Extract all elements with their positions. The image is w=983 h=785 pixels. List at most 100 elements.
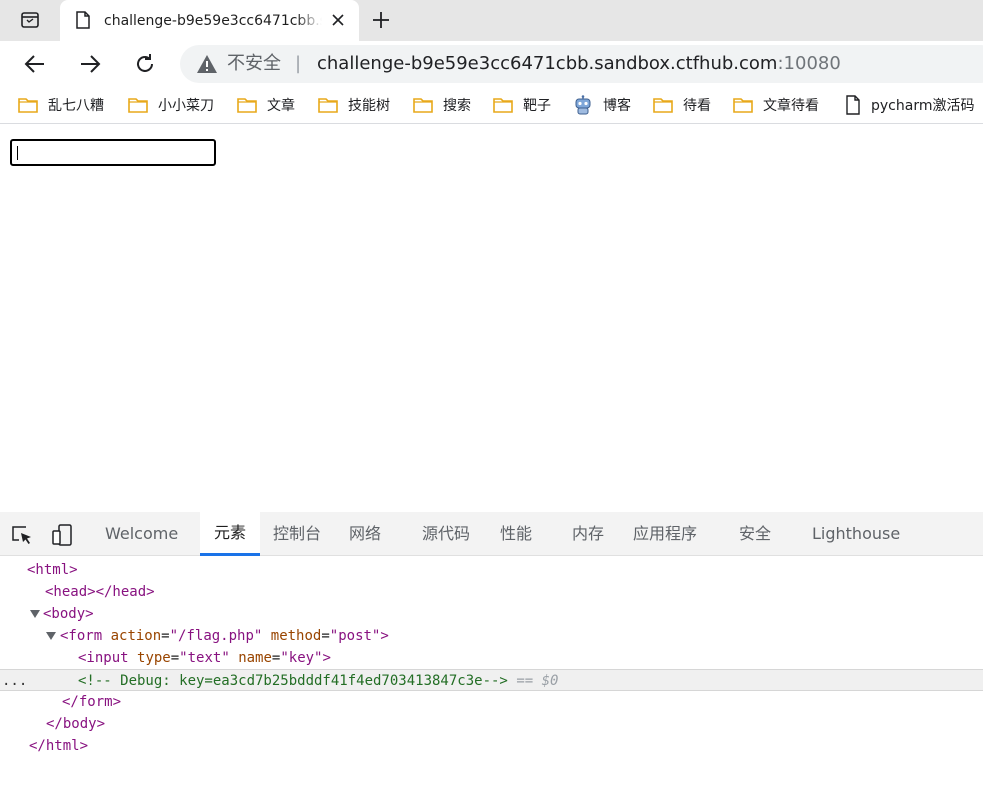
folder-icon — [493, 98, 513, 113]
bookmark-item[interactable]: 靶子 — [493, 94, 551, 116]
dom-attr-name: action — [110, 628, 162, 644]
bookmark-label: 搜索 — [443, 98, 471, 114]
devtools-tab-lighthouse[interactable]: Lighthouse — [812, 512, 900, 556]
devtools-tab-security[interactable]: 安全 — [739, 512, 771, 556]
url-host: challenge-b9e59e3cc6471cbb.sandbox.ctfhu… — [317, 53, 778, 74]
bookmark-item[interactable]: 技能树 — [318, 94, 390, 116]
bookmarks-bar: 乱七八糟 小小菜刀 文章 技能树 搜索 靶子 博客 待看 文章待看 pychar… — [0, 87, 983, 124]
tab-actions-button[interactable] — [8, 6, 52, 34]
folder-icon — [653, 98, 673, 113]
browser-toolbar: 不安全 | challenge-b9e59e3cc6471cbb.sandbox… — [0, 41, 983, 87]
dom-attr-name: name — [238, 650, 272, 666]
bookmark-label: pycharm激活码 — [871, 98, 975, 114]
dom-node-html[interactable]: <html> — [0, 559, 983, 581]
page-icon — [76, 11, 90, 29]
bookmark-label: 文章待看 — [763, 98, 819, 114]
bookmark-item[interactable]: 博客 — [573, 94, 631, 116]
devtools-tab-network[interactable]: 网络 — [349, 512, 381, 556]
dom-node-body-close[interactable]: </body> — [0, 713, 983, 735]
url-text[interactable]: challenge-b9e59e3cc6471cbb.sandbox.ctfhu… — [317, 53, 841, 75]
dom-tag: > — [322, 650, 331, 666]
omnibox-separator: | — [295, 53, 302, 74]
devtools-tab-application[interactable]: 应用程序 — [633, 512, 697, 556]
selected-node-marker: == $0 — [516, 673, 559, 689]
folder-icon — [733, 98, 753, 113]
dom-node-comment-selected[interactable]: ... <!-- Debug: key=ea3cd7b25bdddf41f4ed… — [0, 669, 983, 691]
forward-button[interactable] — [75, 49, 105, 79]
tab-close-button[interactable] — [328, 10, 348, 30]
dom-text: </html> — [29, 738, 89, 754]
bookmark-item[interactable]: 小小菜刀 — [128, 94, 214, 116]
bookmark-item[interactable]: pycharm激活码 — [845, 94, 974, 116]
reload-icon — [137, 54, 153, 72]
page-viewport — [0, 128, 983, 512]
device-toolbar-button[interactable] — [50, 523, 74, 547]
dom-attr-name: type — [137, 650, 171, 666]
expand-triangle-icon[interactable] — [30, 610, 40, 618]
inspect-element-button[interactable] — [10, 523, 34, 547]
dom-node-input[interactable]: <input type="text" name="key"> — [0, 647, 983, 669]
bookmark-item[interactable]: 待看 — [653, 94, 711, 116]
devtools-tab-memory[interactable]: 内存 — [572, 512, 604, 556]
dom-attr-name: method — [270, 628, 322, 644]
devtools-tab-welcome[interactable]: Welcome — [105, 512, 178, 556]
devtools-tab-sources[interactable]: 源代码 — [422, 512, 470, 556]
dom-tag: <input — [78, 650, 129, 666]
browser-tab-active[interactable]: challenge-b9e59e3cc6471cbb.sandbox.ctfhu… — [60, 0, 359, 41]
dom-node-head[interactable]: <head></head> — [0, 581, 983, 603]
devtools-tab-performance[interactable]: 性能 — [500, 512, 532, 556]
dom-node-body[interactable]: <body> — [0, 603, 983, 625]
close-icon — [332, 14, 344, 26]
dom-tag: <form — [60, 628, 103, 644]
expand-triangle-icon[interactable] — [46, 632, 56, 640]
inspect-icon — [12, 526, 31, 544]
device-icon — [52, 524, 72, 546]
devtools-tab-bar: Welcome 元素 控制台 网络 源代码 性能 内存 应用程序 安全 Ligh… — [0, 512, 983, 556]
dom-text: <html> — [27, 562, 78, 578]
bookmark-label: 小小菜刀 — [158, 98, 214, 114]
folder-icon — [18, 98, 38, 113]
devtools-panel: Welcome 元素 控制台 网络 源代码 性能 内存 应用程序 安全 Ligh… — [0, 512, 983, 785]
dom-node-form[interactable]: <form action="/flag.php" method="post"> — [0, 625, 983, 647]
dom-comment: <!-- Debug: key=ea3cd7b25bdddf41f4ed7034… — [78, 673, 508, 689]
url-port: :10080 — [777, 53, 841, 74]
dom-text: <!-- Debug: key=ea3cd7b25bdddf41f4ed7034… — [78, 670, 558, 692]
page-icon — [846, 95, 860, 115]
dom-attr-value: "key" — [280, 650, 323, 666]
key-input[interactable] — [10, 139, 216, 166]
folder-icon — [128, 98, 148, 113]
dom-attr-value: "post" — [329, 628, 381, 644]
dom-node-form-close[interactable]: </form> — [0, 691, 983, 713]
dom-node-html-close[interactable]: </html> — [0, 735, 983, 757]
dom-tag: > — [380, 628, 389, 644]
new-tab-button[interactable] — [368, 7, 394, 33]
dom-text: <form action="/flag.php" method="post"> — [60, 628, 389, 644]
text-caret — [17, 146, 18, 160]
plus-icon — [373, 12, 389, 28]
bookmark-item[interactable]: 乱七八糟 — [18, 94, 104, 116]
back-button[interactable] — [20, 49, 50, 79]
bookmark-item[interactable]: 文章待看 — [733, 94, 819, 116]
dom-attr-value: "text" — [179, 650, 230, 666]
bookmark-item[interactable]: 搜索 — [413, 94, 471, 116]
bookmark-label: 文章 — [267, 98, 295, 114]
bookmark-label: 乱七八糟 — [48, 98, 104, 114]
bookmark-item[interactable]: 文章 — [237, 94, 295, 116]
address-bar[interactable]: 不安全 | challenge-b9e59e3cc6471cbb.sandbox… — [180, 45, 983, 83]
elements-tree: <html> <head></head> <body> <form action… — [0, 558, 983, 785]
security-status-label[interactable]: 不安全 — [227, 53, 281, 75]
warning-icon[interactable] — [196, 54, 218, 74]
dom-attr-value: "/flag.php" — [169, 628, 263, 644]
dom-text: <head></head> — [45, 584, 155, 600]
bookmark-label: 靶子 — [523, 98, 551, 114]
tab-actions-icon — [21, 12, 39, 28]
dom-text: </body> — [46, 716, 106, 732]
reload-button[interactable] — [130, 49, 160, 79]
devtools-tab-console[interactable]: 控制台 — [273, 512, 321, 556]
arrow-left-icon — [24, 55, 44, 73]
bookmark-label: 技能树 — [348, 98, 390, 114]
devtools-tab-elements[interactable]: 元素 — [200, 512, 260, 556]
node-actions-menu[interactable]: ... — [2, 670, 27, 692]
folder-icon — [413, 98, 433, 113]
dom-text: <body> — [43, 606, 94, 622]
